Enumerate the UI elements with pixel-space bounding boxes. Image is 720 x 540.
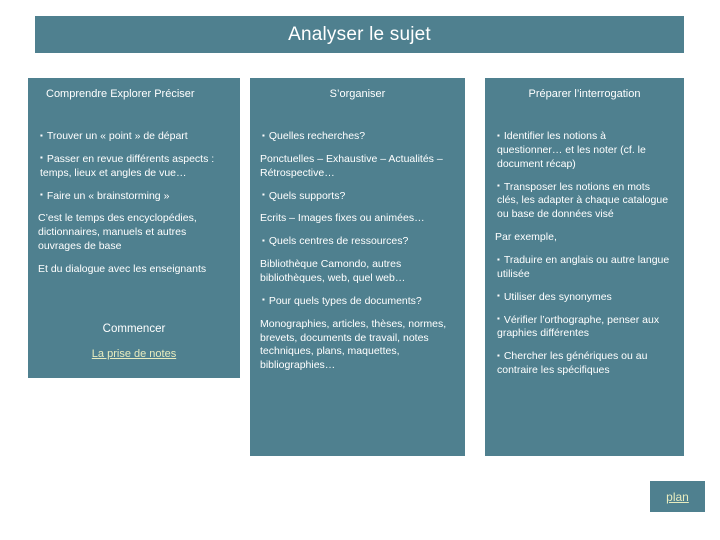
- page-title: Analyser le sujet: [288, 24, 431, 45]
- plan-link[interactable]: plan: [666, 491, 689, 503]
- paragraph: Et du dialogue avec les enseignants: [38, 263, 207, 276]
- paragraph: Ecrits – Images fixes ou animées…: [260, 212, 425, 225]
- commencer-label: Commencer: [102, 323, 166, 335]
- list-item: Quels centres de ressources?: [260, 235, 455, 249]
- column-preparer-linterrogation: Préparer l’interrogation Identifier les …: [485, 78, 684, 456]
- slide-title-banner: Analyser le sujet: [35, 16, 684, 53]
- list-item: Utiliser des synonymes: [495, 291, 674, 305]
- column-body-0: Trouver un « point » de départ Passer en…: [38, 130, 230, 277]
- list-item: Pour quels types de documents?: [260, 295, 455, 309]
- list-item: Faire un « brainstorming »: [38, 190, 230, 204]
- slide-canvas: Analyser le sujet Comprendre Explorer Pr…: [0, 0, 720, 540]
- plan-button[interactable]: plan: [650, 481, 705, 512]
- paragraph: C’est le temps des encyclopédies, dictio…: [38, 212, 197, 253]
- commencer-box: Commencer La prise de notes: [28, 312, 240, 378]
- column-body-1: Quelles recherches? Ponctuelles – Exhaus…: [260, 130, 455, 373]
- list-item: Chercher les génériques ou au contraire …: [495, 350, 674, 378]
- paragraph: Par exemple,: [495, 231, 557, 244]
- list-item: Trouver un « point » de départ: [38, 130, 230, 144]
- list-item: Vérifier l’orthographe, penser aux graph…: [495, 314, 674, 342]
- prise-de-notes-link[interactable]: La prise de notes: [92, 348, 176, 361]
- column-header-1: S’organiser: [329, 88, 386, 100]
- column-header-0: Comprendre Explorer Préciser: [46, 88, 195, 100]
- column-sorganiser: S’organiser Quelles recherches? Ponctuel…: [250, 78, 465, 456]
- list-item: Identifier les notions à questionner… et…: [495, 130, 674, 172]
- list-item: Passer en revue différents aspects : tem…: [38, 153, 230, 181]
- paragraph: Monographies, articles, thèses, normes, …: [260, 317, 447, 372]
- list-item: Transposer les notions en mots clés, les…: [495, 181, 674, 223]
- column-header-2: Préparer l’interrogation: [528, 88, 641, 100]
- list-item: Traduire en anglais ou autre langue util…: [495, 254, 674, 282]
- column-body-2: Identifier les notions à questionner… et…: [495, 130, 674, 378]
- paragraph: Ponctuelles – Exhaustive – Actualités – …: [260, 152, 443, 179]
- paragraph: Bibliothèque Camondo, autres bibliothèqu…: [260, 258, 406, 285]
- list-item: Quels supports?: [260, 190, 455, 204]
- list-item: Quelles recherches?: [260, 130, 455, 144]
